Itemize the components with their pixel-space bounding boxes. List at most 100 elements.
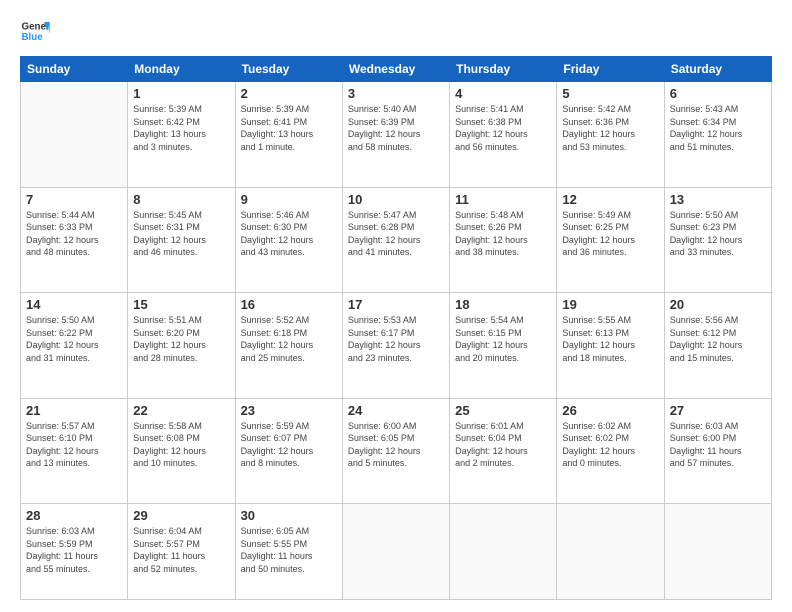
- day-header-friday: Friday: [557, 57, 664, 82]
- day-info: Sunrise: 5:58 AM Sunset: 6:08 PM Dayligh…: [133, 420, 229, 470]
- day-info: Sunrise: 6:05 AM Sunset: 5:55 PM Dayligh…: [241, 525, 337, 575]
- day-info: Sunrise: 6:03 AM Sunset: 6:00 PM Dayligh…: [670, 420, 766, 470]
- day-number: 12: [562, 192, 658, 207]
- day-number: 24: [348, 403, 444, 418]
- day-info: Sunrise: 5:51 AM Sunset: 6:20 PM Dayligh…: [133, 314, 229, 364]
- day-info: Sunrise: 5:39 AM Sunset: 6:42 PM Dayligh…: [133, 103, 229, 153]
- calendar-cell: [557, 504, 664, 600]
- calendar-cell: 17 Sunrise: 5:53 AM Sunset: 6:17 PM Dayli…: [342, 293, 449, 399]
- day-info: Sunrise: 5:56 AM Sunset: 6:12 PM Dayligh…: [670, 314, 766, 364]
- day-info: Sunrise: 5:59 AM Sunset: 6:07 PM Dayligh…: [241, 420, 337, 470]
- day-header-sunday: Sunday: [21, 57, 128, 82]
- calendar-cell: 18 Sunrise: 5:54 AM Sunset: 6:15 PM Dayli…: [450, 293, 557, 399]
- calendar-cell: 30 Sunrise: 6:05 AM Sunset: 5:55 PM Dayli…: [235, 504, 342, 600]
- day-info: Sunrise: 5:44 AM Sunset: 6:33 PM Dayligh…: [26, 209, 122, 259]
- logo-icon: General Blue: [20, 16, 50, 46]
- day-number: 7: [26, 192, 122, 207]
- day-info: Sunrise: 6:02 AM Sunset: 6:02 PM Dayligh…: [562, 420, 658, 470]
- day-info: Sunrise: 6:03 AM Sunset: 5:59 PM Dayligh…: [26, 525, 122, 575]
- calendar-cell: [342, 504, 449, 600]
- day-number: 22: [133, 403, 229, 418]
- week-row-2: 7 Sunrise: 5:44 AM Sunset: 6:33 PM Daylig…: [21, 187, 772, 293]
- day-info: Sunrise: 5:43 AM Sunset: 6:34 PM Dayligh…: [670, 103, 766, 153]
- svg-text:Blue: Blue: [22, 32, 44, 43]
- day-number: 30: [241, 508, 337, 523]
- calendar-cell: 4Sunrise: 5:41 AM Sunset: 6:38 PM Daylig…: [450, 82, 557, 188]
- calendar-cell: 8 Sunrise: 5:45 AM Sunset: 6:31 PM Daylig…: [128, 187, 235, 293]
- day-info: Sunrise: 5:53 AM Sunset: 6:17 PM Dayligh…: [348, 314, 444, 364]
- day-number: 29: [133, 508, 229, 523]
- calendar-cell: 21 Sunrise: 5:57 AM Sunset: 6:10 PM Dayli…: [21, 398, 128, 504]
- day-header-tuesday: Tuesday: [235, 57, 342, 82]
- calendar-table: SundayMondayTuesdayWednesdayThursdayFrid…: [20, 56, 772, 600]
- day-number: 17: [348, 297, 444, 312]
- calendar-cell: 29 Sunrise: 6:04 AM Sunset: 5:57 PM Dayli…: [128, 504, 235, 600]
- calendar-cell: [450, 504, 557, 600]
- calendar-cell: 27 Sunrise: 6:03 AM Sunset: 6:00 PM Dayli…: [664, 398, 771, 504]
- calendar-cell: 11Sunrise: 5:48 AM Sunset: 6:26 PM Dayli…: [450, 187, 557, 293]
- day-number: 20: [670, 297, 766, 312]
- page: General Blue SundayMondayTuesdayWednesda…: [0, 0, 792, 612]
- header: General Blue: [20, 16, 772, 46]
- logo: General Blue: [20, 16, 54, 46]
- day-info: Sunrise: 5:54 AM Sunset: 6:15 PM Dayligh…: [455, 314, 551, 364]
- day-number: 3: [348, 86, 444, 101]
- calendar-cell: 28 Sunrise: 6:03 AM Sunset: 5:59 PM Dayli…: [21, 504, 128, 600]
- day-number: 27: [670, 403, 766, 418]
- calendar-cell: 6Sunrise: 5:43 AM Sunset: 6:34 PM Daylig…: [664, 82, 771, 188]
- calendar-cell: 15 Sunrise: 5:51 AM Sunset: 6:20 PM Dayli…: [128, 293, 235, 399]
- calendar-cell: [664, 504, 771, 600]
- week-row-5: 28 Sunrise: 6:03 AM Sunset: 5:59 PM Dayli…: [21, 504, 772, 600]
- calendar-cell: 23 Sunrise: 5:59 AM Sunset: 6:07 PM Dayli…: [235, 398, 342, 504]
- day-info: Sunrise: 5:57 AM Sunset: 6:10 PM Dayligh…: [26, 420, 122, 470]
- day-number: 4: [455, 86, 551, 101]
- calendar-cell: 9 Sunrise: 5:46 AM Sunset: 6:30 PM Daylig…: [235, 187, 342, 293]
- day-info: Sunrise: 6:00 AM Sunset: 6:05 PM Dayligh…: [348, 420, 444, 470]
- day-info: Sunrise: 6:01 AM Sunset: 6:04 PM Dayligh…: [455, 420, 551, 470]
- day-info: Sunrise: 5:42 AM Sunset: 6:36 PM Dayligh…: [562, 103, 658, 153]
- calendar-cell: 10Sunrise: 5:47 AM Sunset: 6:28 PM Dayli…: [342, 187, 449, 293]
- day-number: 23: [241, 403, 337, 418]
- calendar-header-row: SundayMondayTuesdayWednesdayThursdayFrid…: [21, 57, 772, 82]
- calendar-cell: 14Sunrise: 5:50 AM Sunset: 6:22 PM Dayli…: [21, 293, 128, 399]
- day-number: 18: [455, 297, 551, 312]
- day-number: 8: [133, 192, 229, 207]
- day-number: 1: [133, 86, 229, 101]
- day-number: 10: [348, 192, 444, 207]
- calendar-cell: 26 Sunrise: 6:02 AM Sunset: 6:02 PM Dayli…: [557, 398, 664, 504]
- calendar-cell: [21, 82, 128, 188]
- day-info: Sunrise: 5:48 AM Sunset: 6:26 PM Dayligh…: [455, 209, 551, 259]
- day-number: 13: [670, 192, 766, 207]
- day-number: 28: [26, 508, 122, 523]
- calendar-cell: 7 Sunrise: 5:44 AM Sunset: 6:33 PM Daylig…: [21, 187, 128, 293]
- day-info: Sunrise: 5:40 AM Sunset: 6:39 PM Dayligh…: [348, 103, 444, 153]
- day-number: 26: [562, 403, 658, 418]
- day-info: Sunrise: 5:49 AM Sunset: 6:25 PM Dayligh…: [562, 209, 658, 259]
- calendar-cell: 19 Sunrise: 5:55 AM Sunset: 6:13 PM Dayli…: [557, 293, 664, 399]
- calendar-cell: 24 Sunrise: 6:00 AM Sunset: 6:05 PM Dayli…: [342, 398, 449, 504]
- day-info: Sunrise: 5:50 AM Sunset: 6:23 PM Dayligh…: [670, 209, 766, 259]
- day-number: 21: [26, 403, 122, 418]
- calendar-cell: 20 Sunrise: 5:56 AM Sunset: 6:12 PM Dayli…: [664, 293, 771, 399]
- day-number: 9: [241, 192, 337, 207]
- day-info: Sunrise: 5:55 AM Sunset: 6:13 PM Dayligh…: [562, 314, 658, 364]
- week-row-3: 14Sunrise: 5:50 AM Sunset: 6:22 PM Dayli…: [21, 293, 772, 399]
- calendar-cell: 12 Sunrise: 5:49 AM Sunset: 6:25 PM Dayli…: [557, 187, 664, 293]
- week-row-4: 21 Sunrise: 5:57 AM Sunset: 6:10 PM Dayli…: [21, 398, 772, 504]
- day-info: Sunrise: 5:45 AM Sunset: 6:31 PM Dayligh…: [133, 209, 229, 259]
- calendar-cell: 3 Sunrise: 5:40 AM Sunset: 6:39 PM Daylig…: [342, 82, 449, 188]
- day-info: Sunrise: 5:46 AM Sunset: 6:30 PM Dayligh…: [241, 209, 337, 259]
- calendar-cell: 22 Sunrise: 5:58 AM Sunset: 6:08 PM Dayli…: [128, 398, 235, 504]
- calendar-cell: 13 Sunrise: 5:50 AM Sunset: 6:23 PM Dayli…: [664, 187, 771, 293]
- week-row-1: 1 Sunrise: 5:39 AM Sunset: 6:42 PM Daylig…: [21, 82, 772, 188]
- day-header-thursday: Thursday: [450, 57, 557, 82]
- calendar-cell: 5 Sunrise: 5:42 AM Sunset: 6:36 PM Daylig…: [557, 82, 664, 188]
- calendar-cell: 2 Sunrise: 5:39 AM Sunset: 6:41 PM Daylig…: [235, 82, 342, 188]
- day-number: 2: [241, 86, 337, 101]
- day-info: Sunrise: 5:39 AM Sunset: 6:41 PM Dayligh…: [241, 103, 337, 153]
- day-number: 19: [562, 297, 658, 312]
- day-header-wednesday: Wednesday: [342, 57, 449, 82]
- day-info: Sunrise: 6:04 AM Sunset: 5:57 PM Dayligh…: [133, 525, 229, 575]
- day-number: 5: [562, 86, 658, 101]
- day-number: 15: [133, 297, 229, 312]
